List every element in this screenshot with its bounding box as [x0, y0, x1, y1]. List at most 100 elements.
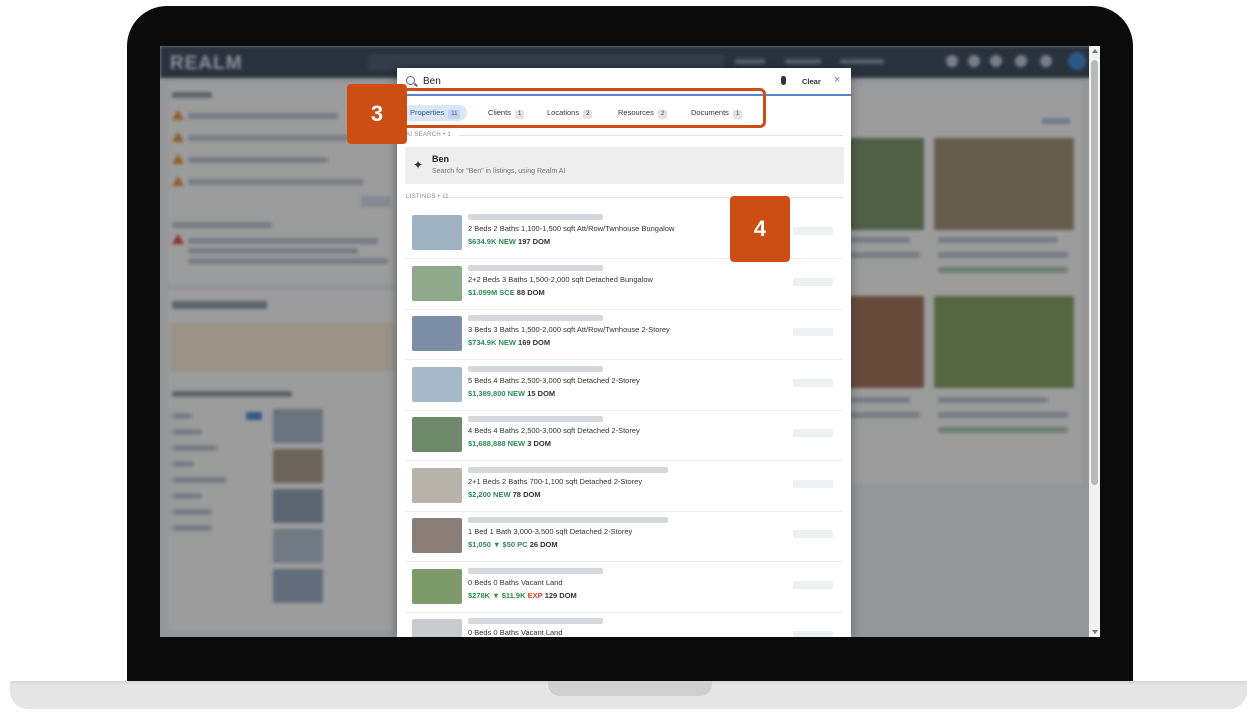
listing-specs: 2+2 Beds 3 Baths 1,500-2,000 sqft Detach…: [468, 274, 653, 284]
listing-address-redacted: [468, 416, 603, 422]
listing-photo: [412, 417, 462, 452]
listing-row[interactable]: 4 Beds 4 Baths 2,500-3,000 sqft Detached…: [405, 411, 842, 461]
listing-specs: 5 Beds 4 Baths 2,500-3,000 sqft Detached…: [468, 375, 640, 385]
listing-address-redacted: [468, 517, 668, 523]
listing-photo: [412, 265, 462, 301]
listing-specs: 3 Beds 3 Baths 1,500-2,000 sqft Att/Row/…: [468, 325, 670, 334]
listing-days-on-market: 15 DOM: [527, 388, 556, 398]
listing-row[interactable]: 2+1 Beds 2 Baths 700-1,100 sqft Detached…: [405, 462, 842, 512]
microphone-icon[interactable]: [781, 76, 786, 85]
listing-price-line: $1,050 ▼ $50 PC 26 DOM: [468, 540, 558, 549]
listings-section-label: LISTINGS • 11: [406, 194, 449, 200]
listing-action-redacted: [793, 530, 833, 538]
listing-specs: 2+1 Beds 2 Baths 700-1,100 sqft Detached…: [468, 476, 643, 486]
sparkle-icon: ✦: [413, 158, 424, 172]
listing-price: $1.099M: [468, 287, 498, 297]
listing-photo: [412, 366, 462, 402]
listing-days-on-market: 78 DOM: [512, 489, 541, 499]
divider: [459, 135, 843, 136]
annotation-callout-3: 3: [347, 84, 407, 144]
listing-action-redacted: [793, 277, 833, 286]
listing-row[interactable]: 5 Beds 4 Baths 2,500-3,000 sqft Detached…: [405, 361, 842, 411]
listing-status-badge: EXP: [527, 590, 543, 600]
clear-button[interactable]: Clear: [802, 77, 821, 86]
listing-address-redacted: [468, 365, 603, 372]
listing-row[interactable]: 1 Bed 1 Bath 3,000-3,500 sqft Detached 2…: [405, 512, 842, 562]
listing-specs: 1 Bed 1 Bath 3,000-3,500 sqft Detached 2…: [468, 527, 633, 536]
scroll-up-arrow-icon[interactable]: [1092, 49, 1098, 53]
listing-status-badge: NEW: [498, 338, 516, 347]
listing-price-line: $1.099M SCE 88 DOM: [468, 288, 545, 297]
laptop-notch: [548, 681, 712, 696]
listing-specs: 0 Beds 0 Baths Vacant Land: [468, 628, 563, 637]
listing-row[interactable]: 0 Beds 0 Baths Vacant Land $278K ▼ $11.9K…: [405, 563, 842, 613]
listing-action-redacted: [793, 580, 833, 589]
listing-address-redacted: [468, 214, 603, 220]
scroll-down-arrow-icon[interactable]: [1092, 630, 1098, 634]
listing-price: $278K: [468, 590, 491, 600]
listing-price: $2,200: [468, 489, 491, 499]
listing-price: $1,050: [468, 540, 491, 549]
listing-price: $634.9K: [468, 237, 497, 246]
ai-search-suggestion[interactable]: ✦ Ben Search for "Ben" in listings, usin…: [405, 147, 844, 184]
listing-price-line: $1,688,888 NEW 3 DOM: [468, 439, 551, 448]
listing-status-badge: PC: [517, 540, 528, 549]
listing-address-redacted: [468, 567, 603, 574]
listing-photo: [412, 316, 462, 351]
listing-action-redacted: [793, 479, 833, 488]
listing-days-on-market: 197 DOM: [518, 237, 551, 246]
ai-search-title: Ben: [432, 154, 450, 164]
listing-photo: [412, 619, 462, 637]
listing-days-on-market: 169 DOM: [518, 338, 551, 347]
page-scrollbar[interactable]: [1089, 46, 1100, 637]
tutorial-screenshot: REALM Ben Clear × Properties 11 Clients …: [0, 0, 1247, 712]
listing-row[interactable]: 2+2 Beds 3 Baths 1,500-2,000 sqft Detach…: [405, 260, 842, 310]
listing-price: $734.9K: [468, 338, 497, 347]
listing-status-badge: NEW: [498, 237, 516, 246]
listing-days-on-market: 26 DOM: [529, 540, 558, 549]
listing-action-redacted: [793, 227, 833, 235]
listing-address-redacted: [468, 315, 603, 321]
close-icon[interactable]: ×: [834, 74, 840, 86]
listing-price-change: ▼ $50: [493, 540, 516, 549]
listing-row[interactable]: 3 Beds 3 Baths 1,500-2,000 sqft Att/Row/…: [405, 310, 842, 360]
listing-price-change: ▼ $11.9K: [492, 590, 526, 600]
annotation-callout-4: 4: [730, 196, 790, 262]
listing-price-line: $2,200 NEW 78 DOM: [468, 490, 541, 499]
listing-price: $1,688,888: [468, 439, 506, 448]
listing-address-redacted: [468, 466, 668, 473]
tabs-highlight-frame: [396, 88, 766, 128]
global-search-modal: Clear × Properties11 Clients1 Locations2…: [397, 68, 851, 637]
listing-specs: 2 Beds 2 Baths 1,100-1,500 sqft Att/Row/…: [468, 224, 675, 233]
listing-price-line: $1,389,800 NEW 15 DOM: [468, 389, 555, 398]
listing-address-redacted: [468, 264, 603, 271]
listing-photo: [412, 518, 462, 553]
listing-address-redacted: [468, 618, 603, 624]
listing-action-redacted: [793, 429, 833, 437]
listing-days-on-market: 88 DOM: [516, 287, 545, 297]
listing-photo: [412, 215, 462, 250]
listing-photo: [412, 467, 462, 503]
listing-status-badge: NEW: [507, 439, 526, 448]
listing-price: $1,389,800: [468, 388, 506, 398]
listing-specs: 4 Beds 4 Baths 2,500-3,000 sqft Detached…: [468, 426, 640, 435]
listing-action-redacted: [793, 631, 833, 637]
listing-specs: 0 Beds 0 Baths Vacant Land: [468, 577, 563, 587]
listing-price-line: $734.9K NEW 169 DOM: [468, 338, 550, 347]
listing-price-line: $278K ▼ $11.9K EXP 129 DOM: [468, 591, 577, 600]
listing-photo: [412, 568, 462, 604]
ai-search-subtitle: Search for "Ben" in listings, using Real…: [432, 168, 566, 175]
scrollbar-thumb[interactable]: [1091, 60, 1098, 485]
listing-price-line: $634.9K NEW 197 DOM: [468, 237, 550, 246]
listing-days-on-market: 3 DOM: [527, 439, 551, 448]
laptop-screen: REALM Ben Clear × Properties 11 Clients …: [160, 46, 1100, 637]
ai-search-section-label: AI SEARCH • 1: [406, 132, 452, 138]
listing-row[interactable]: 0 Beds 0 Baths Vacant Land: [405, 613, 842, 637]
listing-action-redacted: [793, 328, 833, 336]
listing-action-redacted: [793, 378, 833, 387]
listing-status-badge: NEW: [493, 489, 511, 499]
search-icon: [406, 76, 415, 85]
listing-days-on-market: 129 DOM: [544, 590, 577, 600]
search-input[interactable]: [423, 73, 723, 89]
listing-status-badge: SCE: [499, 287, 515, 297]
